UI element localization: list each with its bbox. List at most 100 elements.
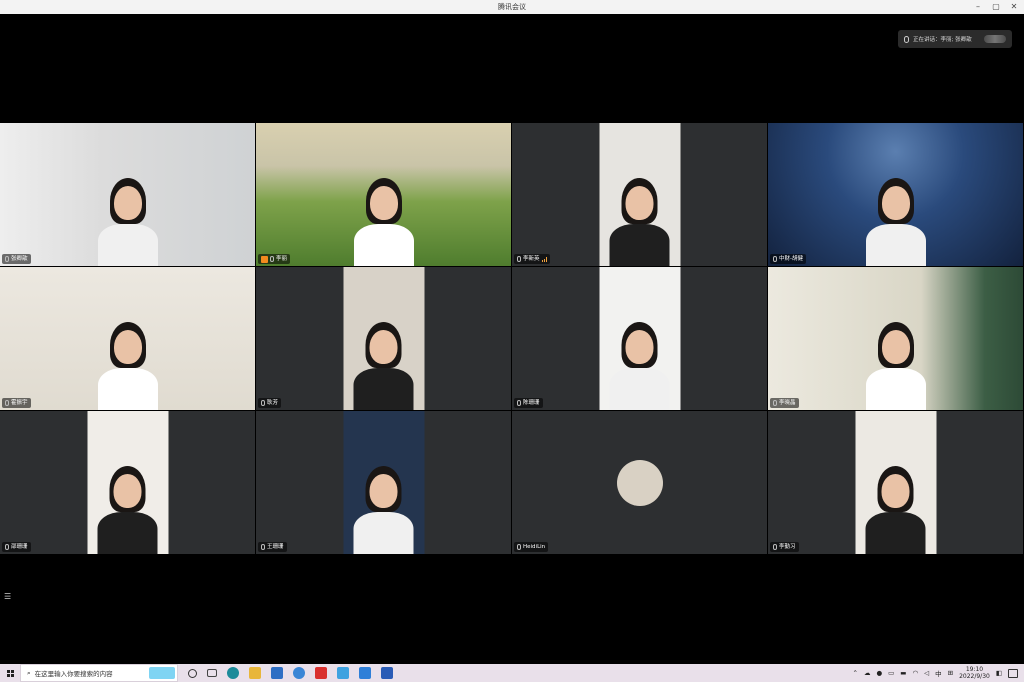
participant-name: 邵珊珊 bbox=[11, 544, 28, 550]
participant-name: 霍振宇 bbox=[11, 400, 28, 406]
mic-icon bbox=[5, 256, 9, 262]
video-tile[interactable]: 邵珊珊 bbox=[0, 411, 255, 554]
start-button[interactable] bbox=[0, 664, 20, 682]
battery-icon[interactable]: ▬ bbox=[900, 669, 906, 677]
participant-figure bbox=[349, 300, 419, 410]
participant-video bbox=[0, 123, 255, 266]
video-tile[interactable]: 李新英 bbox=[512, 123, 767, 266]
close-button[interactable]: ✕ bbox=[1010, 0, 1018, 14]
participant-figure bbox=[861, 300, 931, 410]
meeting-area: 正在讲话：李丽; 张卿歆 张卿歆 李丽 李新英 中财-胡健霍振宇 耿芳 陈珊珊 李晓晶邵珊珊… bbox=[0, 14, 1024, 664]
participant-video bbox=[0, 267, 255, 410]
notification-icon[interactable] bbox=[1008, 668, 1018, 678]
participant-name: 中财-胡健 bbox=[779, 256, 803, 262]
video-tile[interactable]: 耿芳 bbox=[256, 267, 511, 410]
participant-name: 耿芳 bbox=[267, 400, 279, 406]
window-controls: – ▢ ✕ bbox=[974, 0, 1018, 14]
speaking-indicator[interactable]: 正在讲话：李丽; 张卿歆 bbox=[898, 30, 1012, 48]
mic-icon bbox=[517, 256, 521, 262]
volume-icon[interactable]: ◁ bbox=[924, 669, 929, 677]
mic-icon bbox=[773, 256, 777, 262]
search-icon: ⌕ bbox=[27, 668, 31, 677]
video-tile[interactable]: 李丽 bbox=[256, 123, 511, 266]
taskbar: ⌕ 在这里输入你要搜索的内容 ⌃ ☁ ● ▭ ▬ ◠ ◁ 中 ⊞ 19:10 2… bbox=[0, 664, 1024, 682]
ime-indicator[interactable]: 中 bbox=[935, 668, 942, 678]
participant-nametag: 霍振宇 bbox=[2, 398, 31, 408]
participant-nametag: 李新英 bbox=[514, 254, 550, 264]
participant-name: HeidiLin bbox=[523, 544, 546, 550]
participant-figure bbox=[93, 444, 163, 554]
clock[interactable]: 19:10 2022/9/30 bbox=[959, 666, 990, 680]
participant-name: 陈珊珊 bbox=[523, 400, 540, 406]
app-red-icon[interactable] bbox=[315, 667, 327, 679]
search-highlight-icon bbox=[149, 667, 175, 679]
video-tile[interactable]: 霍振宇 bbox=[0, 267, 255, 410]
participant-figure bbox=[861, 156, 931, 266]
participant-nametag: 张卿歆 bbox=[2, 254, 31, 264]
mic-icon bbox=[517, 400, 521, 406]
participant-name: 李丽 bbox=[276, 256, 288, 262]
chevron-up-icon[interactable]: ⌃ bbox=[853, 669, 858, 677]
mic-icon bbox=[517, 544, 521, 550]
participant-video bbox=[343, 267, 424, 410]
avatar bbox=[616, 459, 663, 506]
participant-nametag: 李勤习 bbox=[770, 542, 799, 552]
window-titlebar: 腾讯会议 – ▢ ✕ bbox=[0, 0, 1024, 14]
video-tile[interactable]: 陈珊珊 bbox=[512, 267, 767, 410]
participant-name: 李新英 bbox=[523, 256, 540, 262]
participant-video bbox=[599, 267, 680, 410]
video-tile[interactable]: 张卿歆 bbox=[0, 123, 255, 266]
participant-video bbox=[343, 411, 424, 554]
clock-time: 19:10 bbox=[965, 666, 984, 673]
participant-figure bbox=[605, 156, 675, 266]
participant-video bbox=[599, 123, 680, 266]
video-grid: 张卿歆 李丽 李新英 中财-胡健霍振宇 耿芳 陈珊珊 李晓晶邵珊珊 王珊珊 HeidiLin 李勤… bbox=[0, 123, 1024, 555]
participant-name: 李勤习 bbox=[779, 544, 796, 550]
participant-nametag: HeidiLin bbox=[514, 542, 549, 552]
speaking-label: 正在讲话：李丽; 张卿歆 bbox=[913, 37, 972, 43]
participant-figure bbox=[93, 300, 163, 410]
ime-mode-icon[interactable]: ⊞ bbox=[948, 669, 953, 677]
video-tile[interactable]: 中财-胡健 bbox=[768, 123, 1023, 266]
video-tile[interactable]: 李勤习 bbox=[768, 411, 1023, 554]
cloud-icon[interactable] bbox=[337, 667, 349, 679]
task-view-icon[interactable] bbox=[207, 669, 217, 677]
participant-video bbox=[855, 411, 936, 554]
speaker-avatars bbox=[984, 35, 1006, 43]
mic-icon bbox=[5, 400, 9, 406]
word-icon[interactable] bbox=[381, 667, 393, 679]
cloud-tray-icon[interactable]: ☁ bbox=[864, 669, 871, 677]
mail-icon[interactable] bbox=[271, 667, 283, 679]
list-menu-icon[interactable]: ☰ bbox=[4, 592, 11, 601]
participant-video bbox=[768, 123, 1023, 266]
taskbar-apps bbox=[188, 667, 393, 679]
taskbar-search[interactable]: ⌕ 在这里输入你要搜索的内容 bbox=[20, 664, 178, 682]
network-icon[interactable]: ▭ bbox=[888, 669, 894, 677]
window-title: 腾讯会议 bbox=[498, 3, 526, 11]
restore-button[interactable]: ▢ bbox=[992, 0, 1000, 14]
minimize-button[interactable]: – bbox=[974, 0, 982, 14]
participant-nametag: 耿芳 bbox=[258, 398, 282, 408]
video-tile[interactable]: 李晓晶 bbox=[768, 267, 1023, 410]
tencent-meeting-icon[interactable] bbox=[359, 667, 371, 679]
participant-figure bbox=[861, 444, 931, 554]
wifi-icon[interactable]: ◠ bbox=[912, 669, 918, 677]
mic-tray-icon[interactable]: ● bbox=[876, 669, 882, 677]
cortana-icon[interactable] bbox=[188, 668, 197, 678]
video-tile[interactable]: 王珊珊 bbox=[256, 411, 511, 554]
participant-video bbox=[256, 123, 511, 266]
mic-icon bbox=[773, 544, 777, 550]
system-tray: ⌃ ☁ ● ▭ ▬ ◠ ◁ 中 ⊞ 19:10 2022/9/30 ◧ bbox=[853, 666, 1024, 680]
participant-nametag: 王珊珊 bbox=[258, 542, 287, 552]
video-tile[interactable]: HeidiLin bbox=[512, 411, 767, 554]
windows-logo-icon bbox=[6, 669, 14, 677]
participant-nametag: 李丽 bbox=[258, 254, 291, 264]
participant-nametag: 李晓晶 bbox=[770, 398, 799, 408]
participant-nametag: 陈珊珊 bbox=[514, 398, 543, 408]
browser-icon[interactable] bbox=[293, 667, 305, 679]
file-explorer-icon[interactable] bbox=[249, 667, 261, 679]
participant-video bbox=[768, 267, 1023, 410]
meeting-tray-icon[interactable]: ◧ bbox=[996, 669, 1002, 677]
clock-date: 2022/9/30 bbox=[959, 673, 990, 680]
edge-icon[interactable] bbox=[227, 667, 239, 679]
